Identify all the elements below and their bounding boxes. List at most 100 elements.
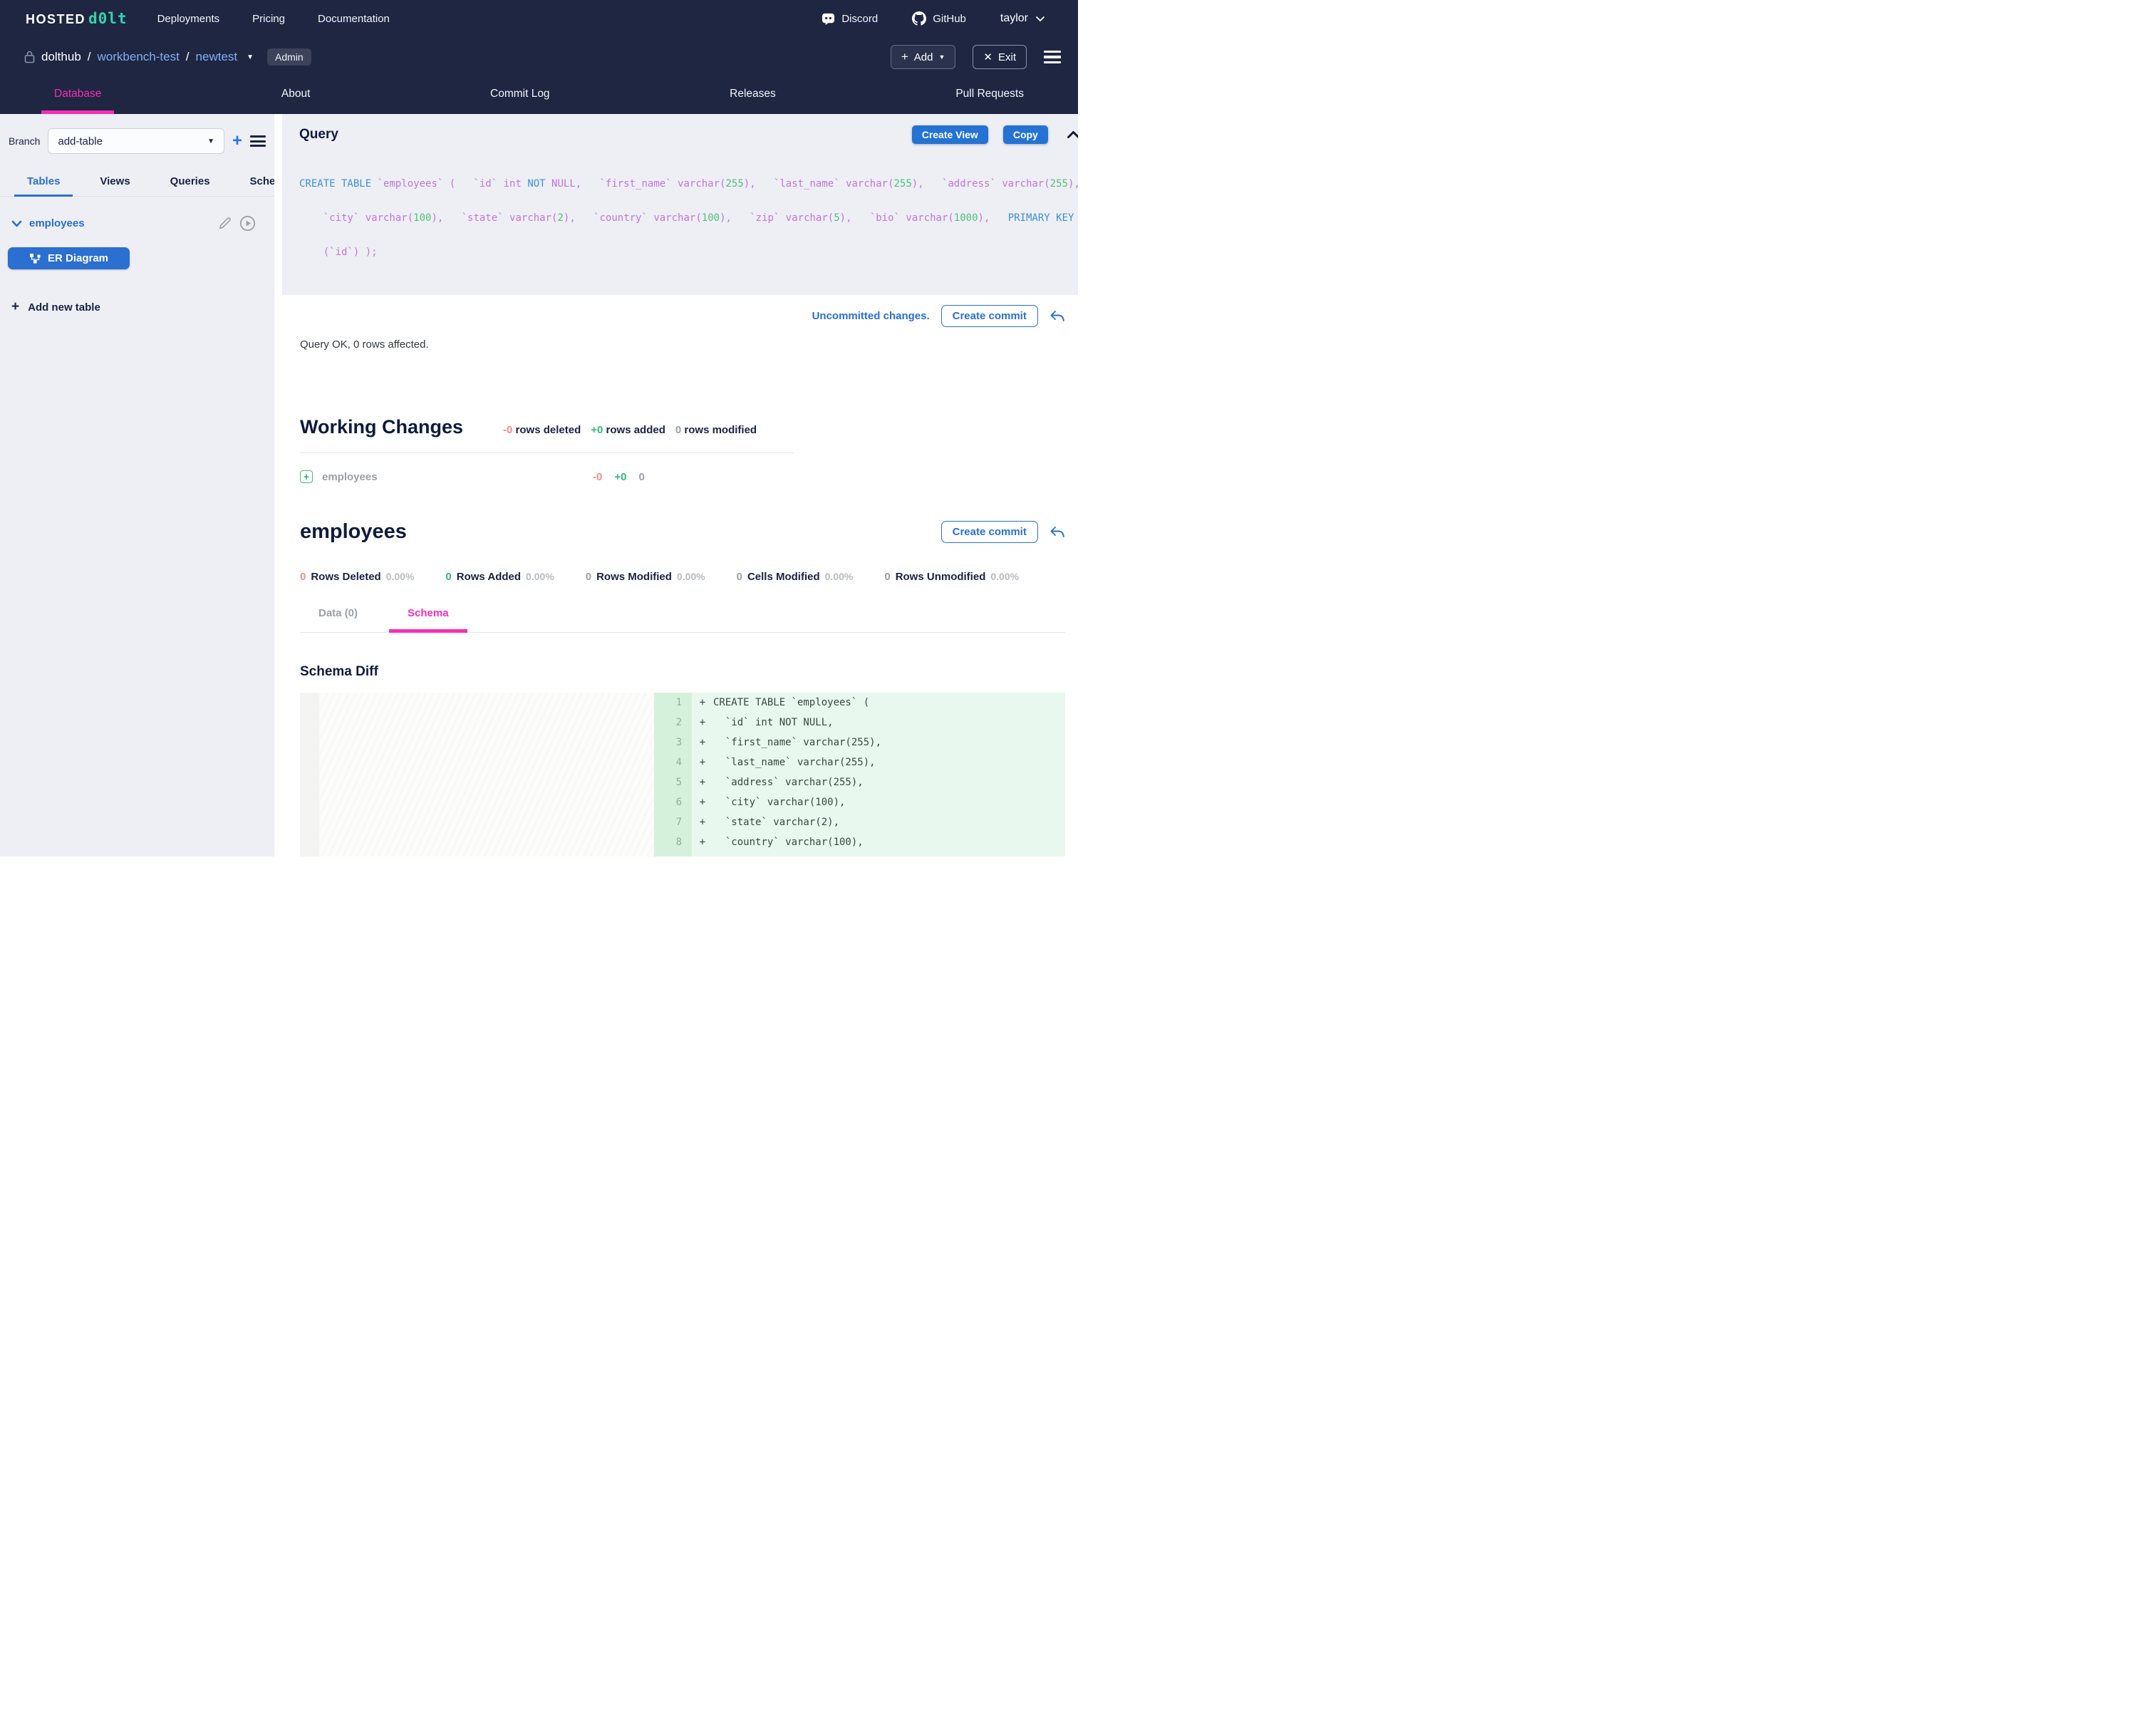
rows-added-count: +0 bbox=[591, 424, 603, 436]
stat-rows-added: 0Rows Added0.00% bbox=[445, 571, 554, 583]
row-deleted-count: -0 bbox=[593, 471, 602, 483]
github-link[interactable]: GitHub bbox=[912, 11, 966, 26]
username: taylor bbox=[1000, 12, 1028, 25]
schema-diff: 1+CREATE TABLE `employees` ( 2+ `id` int… bbox=[300, 693, 1065, 856]
stat-rows-unmodified: 0Rows Unmodified0.00% bbox=[884, 571, 1019, 583]
tab-releases[interactable]: Releases bbox=[717, 77, 789, 114]
diff-before-gutter bbox=[300, 693, 319, 856]
chevron-up-icon[interactable] bbox=[1067, 130, 1078, 139]
menu-icon[interactable] bbox=[1044, 48, 1061, 67]
add-button[interactable]: + Add ▼ bbox=[891, 45, 956, 69]
create-view-button[interactable]: Create View bbox=[912, 125, 988, 144]
diff-line: 1+CREATE TABLE `employees` ( bbox=[654, 693, 1065, 713]
nav-link-deployments[interactable]: Deployments bbox=[157, 13, 220, 25]
pencil-icon[interactable] bbox=[217, 216, 232, 231]
main-content: Query Create View Copy CREATE TABLE `emp… bbox=[274, 114, 1078, 856]
sidebar-tab-queries[interactable]: Queries bbox=[157, 175, 223, 197]
main-nav: HOSTED d0lt Deployments Pricing Document… bbox=[0, 0, 1078, 37]
diff-line: 9+ `zip` varchar(5), bbox=[654, 852, 1065, 856]
query-title: Query bbox=[299, 127, 338, 143]
exit-button[interactable]: ✕ Exit bbox=[973, 45, 1027, 69]
er-diagram-button[interactable]: ER Diagram bbox=[8, 247, 130, 269]
plus-icon: + bbox=[901, 50, 908, 64]
working-changes-table-row[interactable]: + employees -0 +0 0 bbox=[300, 470, 1065, 483]
stat-rows-modified: 0Rows Modified0.00% bbox=[586, 571, 705, 583]
github-label: GitHub bbox=[933, 13, 966, 25]
breadcrumb-owner[interactable]: dolthub bbox=[41, 50, 81, 64]
logo-hosted-text: HOSTED bbox=[26, 12, 85, 27]
diff-line: 3+ `first_name` varchar(255), bbox=[654, 733, 1065, 752]
query-panel: Query Create View Copy CREATE TABLE `emp… bbox=[282, 114, 1078, 295]
diff-line: 2+ `id` int NOT NULL, bbox=[654, 713, 1065, 733]
tab-pull-requests[interactable]: Pull Requests bbox=[943, 77, 1037, 114]
chevron-down-icon[interactable] bbox=[11, 220, 22, 227]
discord-link[interactable]: Discord bbox=[822, 12, 878, 26]
discord-label: Discord bbox=[841, 13, 878, 25]
branch-list-icon[interactable] bbox=[250, 133, 266, 150]
sidebar-tab-tables[interactable]: Tables bbox=[14, 175, 73, 197]
copy-button[interactable]: Copy bbox=[1003, 125, 1048, 144]
rows-added-label: rows added bbox=[606, 424, 665, 436]
sql-line: `city` varchar(100), `state` varchar(2),… bbox=[299, 212, 1078, 224]
repo-tabs: Database About Commit Log Releases Pull … bbox=[0, 77, 1078, 114]
branch-select[interactable]: add-table ▼ bbox=[48, 128, 224, 154]
table-section-header: employees Create commit bbox=[300, 520, 1065, 544]
create-commit-button[interactable]: Create commit bbox=[941, 521, 1038, 543]
caret-down-icon: ▼ bbox=[207, 138, 214, 145]
play-circle-icon[interactable] bbox=[239, 215, 256, 232]
undo-icon[interactable] bbox=[1050, 310, 1065, 323]
github-icon bbox=[912, 11, 926, 26]
er-diagram-label: ER Diagram bbox=[48, 252, 108, 264]
data-schema-tabs: Data (0) Schema bbox=[300, 607, 1065, 633]
branch-label: Branch bbox=[9, 135, 40, 147]
create-commit-button[interactable]: Create commit bbox=[941, 305, 1038, 327]
working-changes-title: Working Changes bbox=[300, 416, 463, 438]
plus-icon: + bbox=[11, 299, 19, 315]
nav-link-pricing[interactable]: Pricing bbox=[252, 13, 285, 25]
diff-line: 4+ `last_name` varchar(255), bbox=[654, 752, 1065, 772]
exit-button-label: Exit bbox=[998, 51, 1016, 63]
hosted-dolt-logo[interactable]: HOSTED d0lt bbox=[26, 10, 128, 27]
tab-about[interactable]: About bbox=[269, 77, 323, 114]
changed-table-name[interactable]: employees bbox=[322, 471, 593, 483]
x-icon: ✕ bbox=[983, 51, 993, 63]
schema-diff-title: Schema Diff bbox=[300, 664, 1065, 680]
sidebar-tab-views[interactable]: Views bbox=[87, 175, 142, 197]
row-added-count: +0 bbox=[614, 471, 626, 483]
stat-cells-modified: 0Cells Modified0.00% bbox=[737, 571, 854, 583]
breadcrumb-row: dolthub / workbench-test / newtest ▼ Adm… bbox=[0, 37, 1078, 77]
page: HOSTED d0lt Deployments Pricing Document… bbox=[0, 0, 1078, 856]
working-changes-header: Working Changes -0 rows deleted +0 rows … bbox=[300, 416, 1065, 438]
diff-line: 7+ `state` varchar(2), bbox=[654, 812, 1065, 832]
sql-line: (`id`) ); bbox=[299, 247, 1078, 258]
tab-schema[interactable]: Schema bbox=[389, 607, 467, 633]
tab-commit-log[interactable]: Commit Log bbox=[477, 77, 563, 114]
commit-bar: Uncommitted changes. Create commit bbox=[300, 295, 1065, 327]
caret-down-icon: ▼ bbox=[938, 53, 945, 61]
table-section-title: employees bbox=[300, 520, 407, 544]
new-branch-plus-icon[interactable]: + bbox=[232, 133, 242, 150]
discord-icon bbox=[822, 12, 835, 26]
add-new-table-button[interactable]: + Add new table bbox=[11, 299, 274, 315]
logo-dolt-text: d0lt bbox=[88, 10, 128, 27]
diff-line: 6+ `city` varchar(100), bbox=[654, 792, 1065, 812]
tab-data[interactable]: Data (0) bbox=[300, 607, 376, 633]
breadcrumb-repo[interactable]: workbench-test bbox=[98, 50, 180, 64]
admin-badge: Admin bbox=[267, 48, 311, 66]
breadcrumb-caret-down-icon[interactable]: ▼ bbox=[247, 53, 254, 61]
query-result-message: Query OK, 0 rows affected. bbox=[300, 338, 1065, 351]
rows-modified-count: 0 bbox=[675, 424, 681, 436]
add-button-label: Add bbox=[914, 51, 933, 63]
breadcrumb-separator: / bbox=[186, 50, 190, 64]
table-item-employees[interactable]: employees bbox=[29, 217, 85, 229]
breadcrumb-page[interactable]: newtest bbox=[196, 50, 238, 64]
sidebar: Branch add-table ▼ + Tables Views Querie… bbox=[0, 114, 274, 856]
sidebar-tabs: Tables Views Queries Schemas bbox=[0, 175, 274, 197]
tab-database[interactable]: Database bbox=[41, 77, 114, 114]
diff-line: 8+ `country` varchar(100), bbox=[654, 832, 1065, 852]
undo-icon[interactable] bbox=[1050, 526, 1065, 539]
user-menu[interactable]: taylor bbox=[1000, 12, 1045, 25]
diff-before-body bbox=[319, 693, 654, 856]
nav-link-documentation[interactable]: Documentation bbox=[318, 13, 390, 25]
rows-deleted-label: rows deleted bbox=[516, 424, 581, 436]
